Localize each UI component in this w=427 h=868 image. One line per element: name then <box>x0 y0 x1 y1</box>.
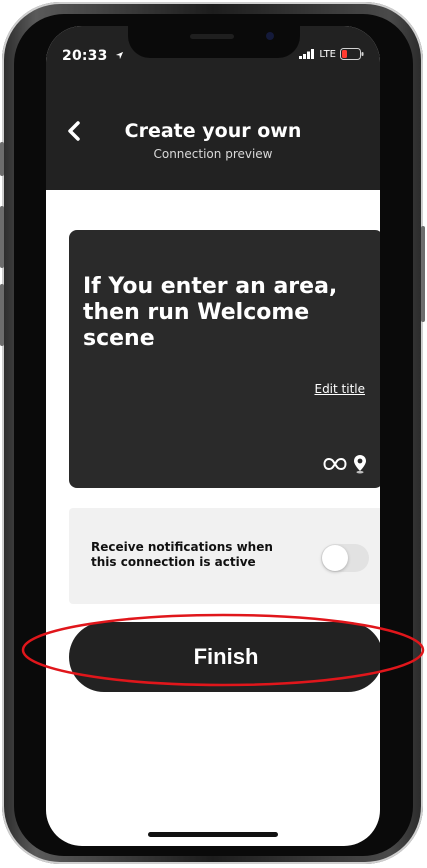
edit-title-link[interactable]: Edit title <box>314 382 365 396</box>
notch <box>128 26 300 58</box>
finish-button[interactable]: Finish <box>69 622 380 692</box>
home-indicator[interactable] <box>148 832 278 837</box>
status-indicators: LTE <box>299 48 364 60</box>
network-label: LTE <box>319 48 336 60</box>
connection-title: If You enter an area, then run Welcome s… <box>83 274 338 351</box>
power-button <box>421 226 425 322</box>
mute-switch <box>0 142 4 176</box>
location-pin-icon <box>354 455 366 474</box>
page-subtitle: Connection preview <box>153 147 273 161</box>
battery-icon <box>340 48 364 60</box>
connection-preview-card: If You enter an area, then run Welcome s… <box>69 230 380 488</box>
location-arrow-icon <box>115 51 123 60</box>
signal-icon <box>299 49 315 59</box>
toggle-knob <box>322 545 348 571</box>
app-header: 20:33 LTE Create your own Connection pre… <box>46 26 380 190</box>
card-service-icons <box>323 454 367 474</box>
page-title: Create your own <box>124 120 302 142</box>
phone-screen: 20:33 LTE Create your own Connection pre… <box>46 26 380 846</box>
volume-up-button <box>0 206 4 268</box>
infinity-link-icon <box>323 457 347 471</box>
volume-down-button <box>0 284 4 346</box>
notification-toggle[interactable] <box>321 544 369 572</box>
notification-label: Receive notifications when this connecti… <box>91 540 273 569</box>
notification-setting: Receive notifications when this connecti… <box>69 508 380 604</box>
status-time: 20:33 <box>62 48 124 64</box>
